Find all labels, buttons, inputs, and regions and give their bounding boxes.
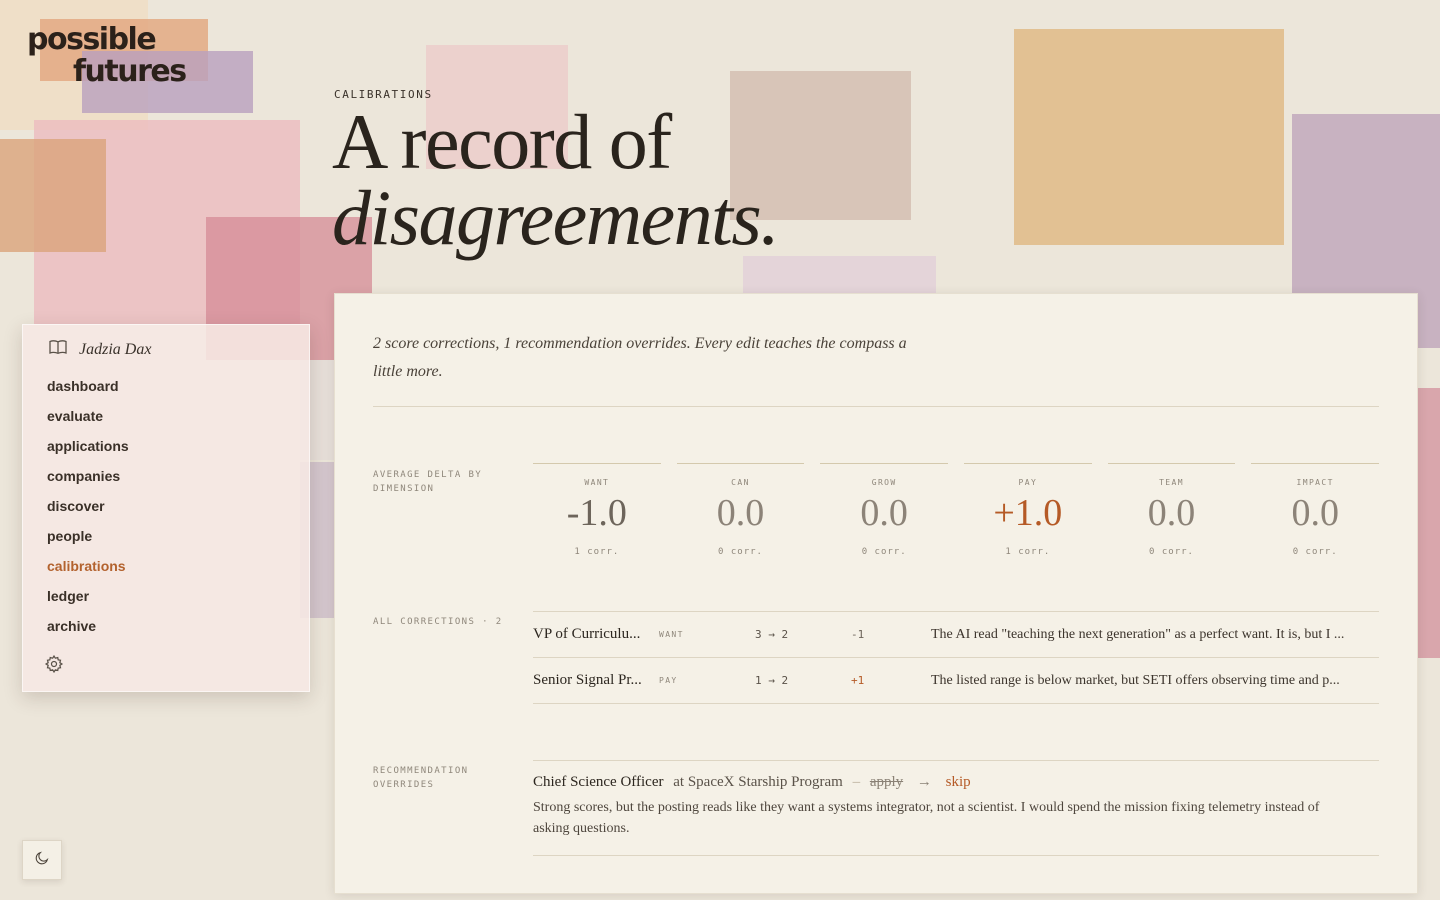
dimension-name: PAY bbox=[1018, 478, 1038, 487]
decor-block bbox=[0, 139, 106, 252]
dimension-pay: PAY +1.0 1 corr. bbox=[964, 463, 1092, 557]
arrow-right-icon: → bbox=[916, 774, 932, 790]
dimension-team: TEAM 0.0 0 corr. bbox=[1107, 463, 1236, 557]
page-title: A record of disagreements. bbox=[332, 98, 780, 261]
override-summary: Chief Science Officer at SpaceX Starship… bbox=[533, 771, 1379, 793]
decor-block bbox=[1418, 388, 1440, 658]
override-company: at SpaceX Starship Program bbox=[673, 774, 843, 790]
page-title-line-1: A record of bbox=[332, 98, 672, 185]
brand-line-2: futures bbox=[73, 54, 187, 89]
sidebar-item-ledger[interactable]: ledger bbox=[47, 587, 129, 617]
sidebar-item-dashboard[interactable]: dashboard bbox=[47, 377, 129, 407]
corrections-table: VP of Curriculu... WANT 3 → 2 -1 The AI … bbox=[533, 611, 1379, 704]
override-from: apply bbox=[869, 774, 904, 790]
sidebar-item-people[interactable]: people bbox=[47, 527, 129, 557]
calibration-summary: 2 score corrections, 1 recommendation ov… bbox=[373, 335, 907, 380]
dimension-deltas: WANT -1.0 1 corr. CAN 0.0 0 corr. GROW 0… bbox=[533, 463, 1380, 557]
sidebar-item-companies[interactable]: companies bbox=[47, 467, 129, 497]
user-name: Jadzia Dax bbox=[79, 340, 152, 358]
brand-line-1: possible bbox=[27, 22, 157, 57]
sidebar-item-archive[interactable]: archive bbox=[47, 617, 129, 647]
correction-note: The AI read "teaching the next generatio… bbox=[931, 626, 1345, 642]
average-delta-label: AVERAGE DELTA BY DIMENSION bbox=[373, 470, 483, 494]
theme-toggle-button[interactable] bbox=[22, 840, 62, 880]
dimension-count: 0 corr. bbox=[1292, 547, 1338, 557]
divider bbox=[373, 406, 1379, 407]
correction-note: The listed range is below market, but SE… bbox=[931, 672, 1340, 688]
dimension-count: 0 corr. bbox=[861, 547, 907, 557]
dimension-grow: GROW 0.0 0 corr. bbox=[820, 463, 949, 557]
sidebar-item-evaluate[interactable]: evaluate bbox=[47, 407, 129, 437]
correction-delta: -1 bbox=[851, 628, 865, 641]
dimension-value: 0.0 bbox=[1291, 492, 1339, 534]
dimension-count: 0 corr. bbox=[718, 547, 763, 557]
brand-logo[interactable]: possible futures bbox=[27, 22, 187, 89]
override-role: Chief Science Officer bbox=[533, 774, 664, 790]
correction-title: Senior Signal Pr... bbox=[533, 672, 642, 688]
sidebar-item-calibrations[interactable]: calibrations bbox=[47, 557, 129, 587]
dimension-value: -1.0 bbox=[566, 492, 627, 534]
dimension-count: 1 corr. bbox=[574, 547, 620, 557]
table-row[interactable]: Senior Signal Pr... PAY 1 → 2 +1 The lis… bbox=[533, 658, 1379, 704]
dimension-value: 0.0 bbox=[716, 492, 765, 534]
dimension-name: IMPACT bbox=[1296, 478, 1334, 487]
correction-delta: +1 bbox=[851, 674, 865, 687]
override-separator: – bbox=[852, 774, 861, 790]
dimension-value: 0.0 bbox=[1147, 492, 1196, 534]
calibrations-panel: 2 score corrections, 1 recommendation ov… bbox=[334, 293, 1418, 894]
correction-dimension: WANT bbox=[659, 630, 684, 639]
corrections-label: ALL CORRECTIONS · 2 bbox=[373, 617, 503, 627]
sidebar-item-applications[interactable]: applications bbox=[47, 437, 129, 467]
moon-icon bbox=[34, 850, 50, 871]
dimension-count: 0 corr. bbox=[1149, 547, 1194, 557]
dimension-name: WANT bbox=[584, 478, 610, 487]
sidebar: Jadzia Dax dashboard evaluate applicatio… bbox=[22, 324, 310, 692]
dimension-can: CAN 0.0 0 corr. bbox=[676, 463, 805, 557]
dimension-value: +1.0 bbox=[993, 492, 1063, 534]
dimension-count: 1 corr. bbox=[1005, 547, 1051, 557]
override-note: Strong scores, but the posting reads lik… bbox=[533, 800, 1320, 836]
dimension-value: 0.0 bbox=[860, 492, 908, 534]
correction-title: VP of Curriculu... bbox=[533, 626, 641, 642]
book-icon bbox=[49, 339, 67, 360]
gear-icon[interactable] bbox=[44, 654, 64, 679]
decor-block bbox=[1014, 29, 1284, 245]
correction-change: 1 → 2 bbox=[755, 674, 789, 687]
decor-block bbox=[743, 256, 936, 296]
table-row[interactable]: VP of Curriculu... WANT 3 → 2 -1 The AI … bbox=[533, 612, 1379, 658]
override-item[interactable]: Chief Science Officer at SpaceX Starship… bbox=[533, 760, 1379, 856]
override-to: skip bbox=[945, 774, 971, 790]
dimension-want: WANT -1.0 1 corr. bbox=[533, 463, 661, 557]
user-profile[interactable]: Jadzia Dax bbox=[49, 339, 151, 360]
dimension-name: GROW bbox=[871, 478, 897, 487]
dimension-impact: IMPACT 0.0 0 corr. bbox=[1251, 463, 1380, 557]
page-title-line-2: disagreements. bbox=[332, 174, 780, 261]
sidebar-nav: dashboard evaluate applications companie… bbox=[47, 377, 129, 647]
correction-change: 3 → 2 bbox=[755, 628, 789, 641]
dimension-name: TEAM bbox=[1159, 478, 1184, 487]
sidebar-item-discover[interactable]: discover bbox=[47, 497, 129, 527]
correction-dimension: PAY bbox=[659, 676, 678, 685]
overrides-label: RECOMMENDATION OVERRIDES bbox=[373, 766, 469, 790]
dimension-name: CAN bbox=[731, 478, 750, 487]
